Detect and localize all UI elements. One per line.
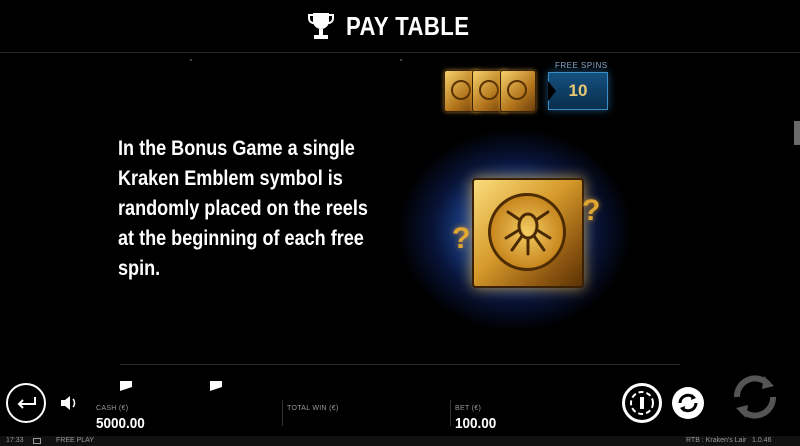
arrow-notch-icon xyxy=(548,81,556,101)
sound-icon[interactable] xyxy=(60,395,78,411)
back-button[interactable] xyxy=(6,383,46,423)
bet-label: BET (€) xyxy=(455,405,482,412)
question-mark: ? xyxy=(452,222,471,255)
free-spins-label: FREE SPINS xyxy=(555,61,608,70)
next-heading-fragment xyxy=(210,381,222,391)
field-separator xyxy=(450,400,451,426)
total-win-label: TOTAL WIN (€) xyxy=(287,405,339,412)
free-spins-counter: 10 xyxy=(548,72,608,110)
cash-label: CASH (€) xyxy=(96,405,129,412)
back-arrow-icon xyxy=(17,397,36,409)
spin-button[interactable] xyxy=(728,370,782,424)
bet-value: 100.00 xyxy=(455,415,497,432)
bonus-description: In the Bonus Game a single Kraken Emblem… xyxy=(118,134,438,284)
kraken-icon xyxy=(504,210,552,256)
emblem-card-stack xyxy=(444,70,544,114)
description-line: spin. xyxy=(118,257,161,280)
section-divider xyxy=(120,364,680,365)
bet-chip-button[interactable] xyxy=(622,383,662,423)
description-line: Kraken Emblem symbol is xyxy=(118,167,343,190)
description-line: In the Bonus Game a single xyxy=(118,137,355,160)
game-name-text: RTB : Kraken's Lair xyxy=(686,437,747,444)
cash-value: 5000.00 xyxy=(96,415,145,432)
menu-icon[interactable] xyxy=(33,438,41,444)
field-separator xyxy=(282,400,283,426)
pay-table-header: PAY TABLE xyxy=(0,0,800,53)
description-line: at the beginning of each free xyxy=(118,227,364,250)
question-mark: ? xyxy=(582,194,601,227)
description-line: randomly placed on the reels xyxy=(118,197,368,220)
kraken-emblem-symbol xyxy=(472,178,584,288)
free-spins-value: 10 xyxy=(568,81,588,100)
emblem-card xyxy=(500,70,536,112)
trophy-icon xyxy=(308,13,335,39)
divider-tick xyxy=(190,59,192,61)
next-heading-fragment xyxy=(120,381,132,391)
clock-text: 17:33 xyxy=(6,437,24,444)
status-footer: 17:33 FREE PLAY RTB : Kraken's Lair 1.0.… xyxy=(0,436,800,446)
divider-tick xyxy=(400,59,402,61)
chip-icon xyxy=(630,391,654,415)
page-title: PAY TABLE xyxy=(346,10,470,41)
autoplay-button[interactable] xyxy=(668,383,708,423)
play-mode-text: FREE PLAY xyxy=(56,437,94,444)
scrollbar-thumb[interactable] xyxy=(794,121,800,145)
version-text: 1.0.46 xyxy=(752,437,772,444)
